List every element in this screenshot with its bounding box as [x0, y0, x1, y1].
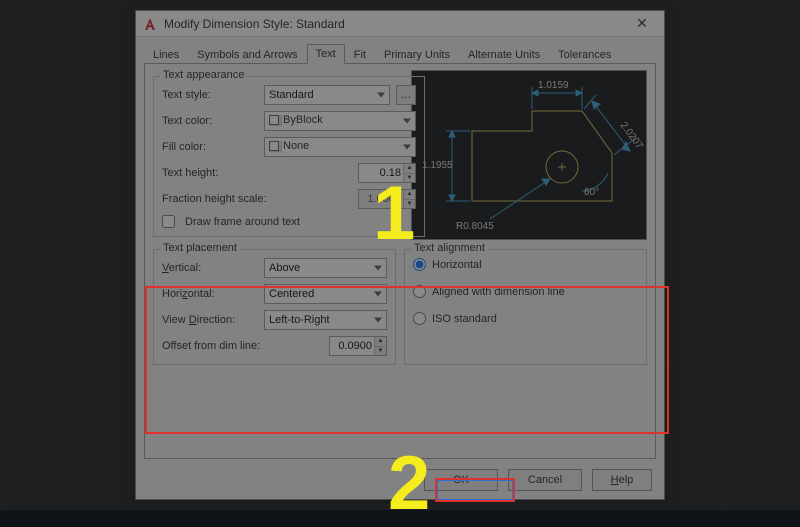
spin-up-icon: ▲: [403, 190, 415, 200]
tab-alternate-units[interactable]: Alternate Units: [459, 45, 549, 64]
preview-angle: 60°: [584, 187, 599, 198]
label-align-horizontal: Horizontal: [432, 259, 482, 271]
vertical-select[interactable]: Above: [264, 258, 387, 278]
tab-strip: Lines Symbols and Arrows Text Fit Primar…: [136, 37, 664, 63]
label-vertical: Vertical:: [162, 262, 258, 274]
horizontal-select[interactable]: Centered: [264, 284, 387, 304]
fill-color-select[interactable]: ⬜: [264, 137, 416, 157]
preview-dim-left: 1.1955: [422, 160, 453, 171]
tab-label: Alternate Units: [468, 49, 540, 61]
label-view-direction: View Direction:: [162, 314, 258, 326]
modify-dimension-style-dialog: Modify Dimension Style: Standard ✕ Lines…: [135, 10, 665, 500]
group-text-placement: Text placement Vertical: Above Horizonta…: [153, 249, 396, 365]
label-fraction-height: Fraction height scale:: [162, 193, 282, 205]
label-draw-frame: Draw frame around text: [185, 216, 300, 228]
tab-label: Lines: [153, 49, 179, 61]
label-text-style: Text style:: [162, 89, 258, 101]
titlebar: Modify Dimension Style: Standard ✕: [136, 11, 664, 37]
cancel-button[interactable]: Cancel: [508, 469, 582, 491]
label-text-height: Text height:: [162, 167, 258, 179]
text-color-select[interactable]: ⬜: [264, 111, 416, 131]
preview-radius: R0.8045: [456, 221, 494, 232]
tab-tolerances[interactable]: Tolerances: [549, 45, 620, 64]
dimension-preview: 1.0159 1.1955 2.0207 60° R0.8045: [411, 70, 647, 240]
tab-lines[interactable]: Lines: [144, 45, 188, 64]
help-button[interactable]: Help: [592, 469, 652, 491]
tab-fit[interactable]: Fit: [345, 45, 375, 64]
label-text-color: Text color:: [162, 115, 258, 127]
spin-down-icon: ▼: [403, 200, 415, 209]
spin-down-icon[interactable]: ▼: [403, 174, 415, 183]
group-legend: Text appearance: [160, 69, 247, 81]
radio-aligned[interactable]: [413, 285, 426, 298]
text-style-select[interactable]: Standard: [264, 85, 390, 105]
label-horizontal: Horizontal:: [162, 288, 258, 300]
tab-label: Text: [316, 48, 336, 60]
spin-up-icon[interactable]: ▲: [403, 164, 415, 174]
radio-horizontal[interactable]: [413, 258, 426, 271]
tab-primary-units[interactable]: Primary Units: [375, 45, 459, 64]
tab-text[interactable]: Text: [307, 44, 345, 64]
tab-label: Fit: [354, 49, 366, 61]
group-legend: Text alignment: [411, 242, 488, 254]
group-text-appearance: Text appearance Text style: Standard … T…: [153, 76, 425, 237]
preview-dim-right: 2.0207: [618, 120, 645, 151]
label-align-iso: ISO standard: [432, 313, 497, 325]
label-fill-color: Fill color:: [162, 141, 258, 153]
text-style-browse-button[interactable]: …: [396, 85, 416, 105]
dialog-title: Modify Dimension Style: Standard: [164, 17, 626, 31]
tab-symbols-and-arrows[interactable]: Symbols and Arrows: [188, 45, 306, 64]
group-text-alignment: Text alignment Horizontal Aligned with d…: [404, 249, 647, 365]
autocad-logo-icon: [142, 16, 158, 32]
spin-up-icon[interactable]: ▲: [374, 337, 386, 347]
tab-label: Primary Units: [384, 49, 450, 61]
tab-label: Tolerances: [558, 49, 611, 61]
group-legend: Text placement: [160, 242, 240, 254]
spin-down-icon[interactable]: ▼: [374, 347, 386, 356]
radio-iso[interactable]: [413, 312, 426, 325]
dialog-footer: OK Cancel Help: [136, 465, 664, 499]
label-align-aligned: Aligned with dimension line: [432, 286, 565, 298]
label-offset: Offset from dim line:: [162, 340, 272, 352]
tab-label: Symbols and Arrows: [197, 49, 297, 61]
ok-button[interactable]: OK: [424, 469, 498, 491]
draw-frame-checkbox[interactable]: [162, 215, 175, 228]
close-icon[interactable]: ✕: [626, 15, 658, 32]
preview-dim-top: 1.0159: [538, 80, 569, 91]
tab-panel-text: 1.0159 1.1955 2.0207 60° R0.8045 Text ap…: [144, 63, 656, 459]
view-direction-select[interactable]: Left-to-Right: [264, 310, 387, 330]
